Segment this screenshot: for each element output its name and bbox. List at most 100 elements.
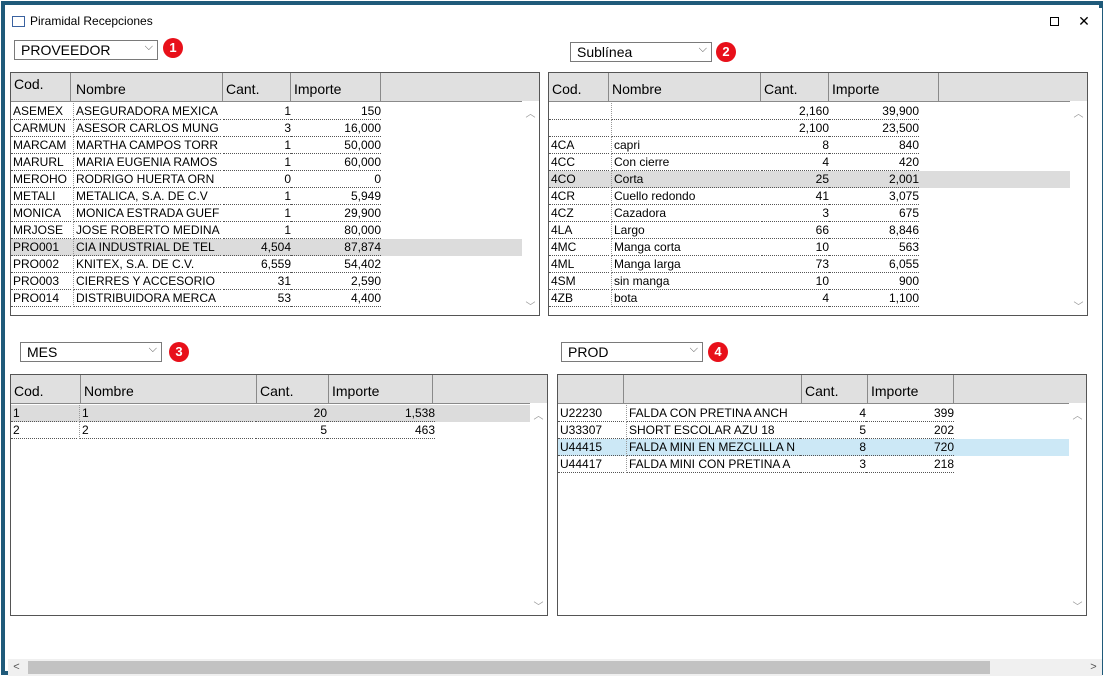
table-row[interactable]: 2,100 23,500 [549, 120, 1070, 137]
maximize-button[interactable] [1042, 11, 1066, 31]
column-header[interactable]: Importe [829, 73, 939, 101]
sublinea-selector[interactable]: Sublínea ⌵ [570, 42, 712, 62]
scroll-up-icon[interactable]: ︿ [1070, 105, 1087, 120]
column-header[interactable]: Cod. [11, 375, 81, 403]
scroll-down-icon[interactable]: ﹀ [530, 598, 547, 613]
table-row[interactable]: U33307 SHORT ESCOLAR AZU 18 5 202 [558, 422, 1069, 439]
vertical-scrollbar[interactable]: ︿ ﹀ [522, 101, 539, 315]
horizontal-scrollbar[interactable]: < > [8, 659, 1102, 676]
table-cell: MARCAM [11, 137, 71, 154]
table-row[interactable]: 2,160 39,900 [549, 103, 1070, 120]
column-header-filler[interactable] [433, 375, 547, 403]
selector-value: MES [27, 344, 58, 360]
table-cell: 87,874 [291, 239, 381, 256]
column-header[interactable]: Cant. [802, 375, 868, 403]
column-header[interactable]: Cant. [761, 73, 829, 101]
table-cell: 5,949 [291, 188, 381, 205]
column-header[interactable] [624, 375, 802, 403]
table-row[interactable]: 4LA Largo 66 8,846 [549, 222, 1070, 239]
table-row[interactable]: METALI METALICA, S.A. DE C.V 1 5,949 [11, 188, 522, 205]
table-row[interactable]: 1 1 20 1,538 [11, 405, 530, 422]
table-cell: PRO002 [11, 256, 71, 273]
table-row[interactable]: 4CR Cuello redondo 41 3,075 [549, 188, 1070, 205]
step-badge: 1 [163, 38, 183, 58]
table-row[interactable]: 2 2 5 463 [11, 422, 530, 439]
table-cell: 25 [761, 171, 829, 188]
close-button[interactable]: ✕ [1072, 11, 1096, 31]
column-header-filler[interactable] [939, 73, 1087, 101]
scroll-up-icon[interactable]: ︿ [1069, 407, 1086, 422]
column-header[interactable]: Nombre [73, 73, 223, 101]
table-cell: 4MC [549, 239, 609, 256]
table-cell: MARIA EUGENIA RAMOS [73, 154, 221, 171]
table-row[interactable]: 4CA capri 8 840 [549, 137, 1070, 154]
table-cell: 6,055 [829, 256, 919, 273]
table-cell: JOSE ROBERTO MEDINA [73, 222, 221, 239]
table-row[interactable]: 4ZB bota 4 1,100 [549, 290, 1070, 307]
table-cell: METALICA, S.A. DE C.V [73, 188, 221, 205]
scroll-up-icon[interactable]: ︿ [530, 407, 547, 422]
scroll-right-icon[interactable]: > [1085, 659, 1102, 676]
scroll-down-icon[interactable]: ﹀ [1070, 298, 1087, 313]
table-row[interactable]: 4CC Con cierre 4 420 [549, 154, 1070, 171]
column-header[interactable]: Cod. [549, 73, 609, 101]
column-header[interactable]: Cant. [257, 375, 329, 403]
scroll-thumb[interactable] [28, 661, 990, 674]
column-header-filler[interactable] [381, 73, 539, 101]
table-row[interactable]: U44417 FALDA MINI CON PRETINA A 3 218 [558, 456, 1069, 473]
table-cell: bota [611, 290, 759, 307]
column-header[interactable]: Importe [291, 73, 381, 101]
table-cell: Manga larga [611, 256, 759, 273]
column-header-filler[interactable] [954, 375, 1086, 403]
scroll-down-icon[interactable]: ﹀ [1069, 598, 1086, 613]
scroll-down-icon[interactable]: ﹀ [522, 298, 539, 313]
prod-grid: Cant. Importe U22230 FALDA CON PRETINA ANCH… [557, 374, 1087, 616]
table-row[interactable]: 4CO Corta 25 2,001 [549, 171, 1070, 188]
table-row[interactable]: MRJOSE JOSE ROBERTO MEDINA 1 80,000 [11, 222, 522, 239]
column-header[interactable]: Nombre [609, 73, 761, 101]
mes-selector[interactable]: MES ⌵ [20, 342, 162, 362]
table-cell: 5 [800, 422, 866, 439]
table-row[interactable]: PRO002 KNITEX, S.A. DE C.V. 6,559 54,402 [11, 256, 522, 273]
table-row[interactable]: MEROHO RODRIGO HUERTA ORN 0 0 [11, 171, 522, 188]
vertical-scrollbar[interactable]: ︿ ﹀ [1070, 101, 1087, 315]
table-cell: 563 [829, 239, 919, 256]
table-row[interactable]: PRO014 DISTRIBUIDORA MERCA 53 4,400 [11, 290, 522, 307]
selector-value: Sublínea [577, 44, 633, 60]
table-cell: U33307 [558, 422, 624, 439]
table-row[interactable]: U44415 FALDA MINI EN MEZCLILLA N 8 720 [558, 439, 1069, 456]
scroll-up-icon[interactable]: ︿ [522, 105, 539, 120]
column-header[interactable]: Cod. [11, 73, 71, 101]
scroll-left-icon[interactable]: < [8, 659, 25, 676]
column-header[interactable] [558, 375, 624, 403]
table-row[interactable]: 4CZ Cazadora 3 675 [549, 205, 1070, 222]
column-header[interactable]: Cant. [223, 73, 291, 101]
proveedor-selector[interactable]: PROVEEDOR ⌵ [14, 40, 158, 60]
vertical-scrollbar[interactable]: ︿ ﹀ [530, 403, 547, 615]
column-header[interactable]: Nombre [81, 375, 257, 403]
table-row[interactable]: MONICA MONICA ESTRADA GUEF 1 29,900 [11, 205, 522, 222]
table-cell: 3 [800, 456, 866, 473]
table-row[interactable]: 4MC Manga corta 10 563 [549, 239, 1070, 256]
table-row[interactable]: PRO001 CIA INDUSTRIAL DE TEL 4,504 87,874 [11, 239, 522, 256]
table-row[interactable]: U22230 FALDA CON PRETINA ANCH 4 399 [558, 405, 1069, 422]
prod-selector[interactable]: PROD ⌵ [561, 342, 703, 362]
table-row[interactable]: 4ML Manga larga 73 6,055 [549, 256, 1070, 273]
table-cell: MONICA ESTRADA GUEF [73, 205, 221, 222]
table-row[interactable]: MARCAM MARTHA CAMPOS TORR 1 50,000 [11, 137, 522, 154]
table-cell: MRJOSE [11, 222, 71, 239]
table-row[interactable]: CARMUN ASESOR CARLOS MUNG 3 16,000 [11, 120, 522, 137]
table-row[interactable]: ASEMEX ASEGURADORA MEXICA 1 150 [11, 103, 522, 120]
table-cell: KNITEX, S.A. DE C.V. [73, 256, 221, 273]
table-cell: 4CZ [549, 205, 609, 222]
step-badge: 3 [169, 342, 189, 362]
table-cell: U22230 [558, 405, 624, 422]
table-row[interactable]: PRO003 CIERRES Y ACCESORIO 31 2,590 [11, 273, 522, 290]
vertical-scrollbar[interactable]: ︿ ﹀ [1069, 403, 1086, 615]
column-header[interactable]: Importe [329, 375, 433, 403]
table-cell: CIERRES Y ACCESORIO [73, 273, 221, 290]
table-cell: 420 [829, 154, 919, 171]
table-row[interactable]: MARURL MARIA EUGENIA RAMOS 1 60,000 [11, 154, 522, 171]
column-header[interactable]: Importe [868, 375, 954, 403]
table-row[interactable]: 4SM sin manga 10 900 [549, 273, 1070, 290]
